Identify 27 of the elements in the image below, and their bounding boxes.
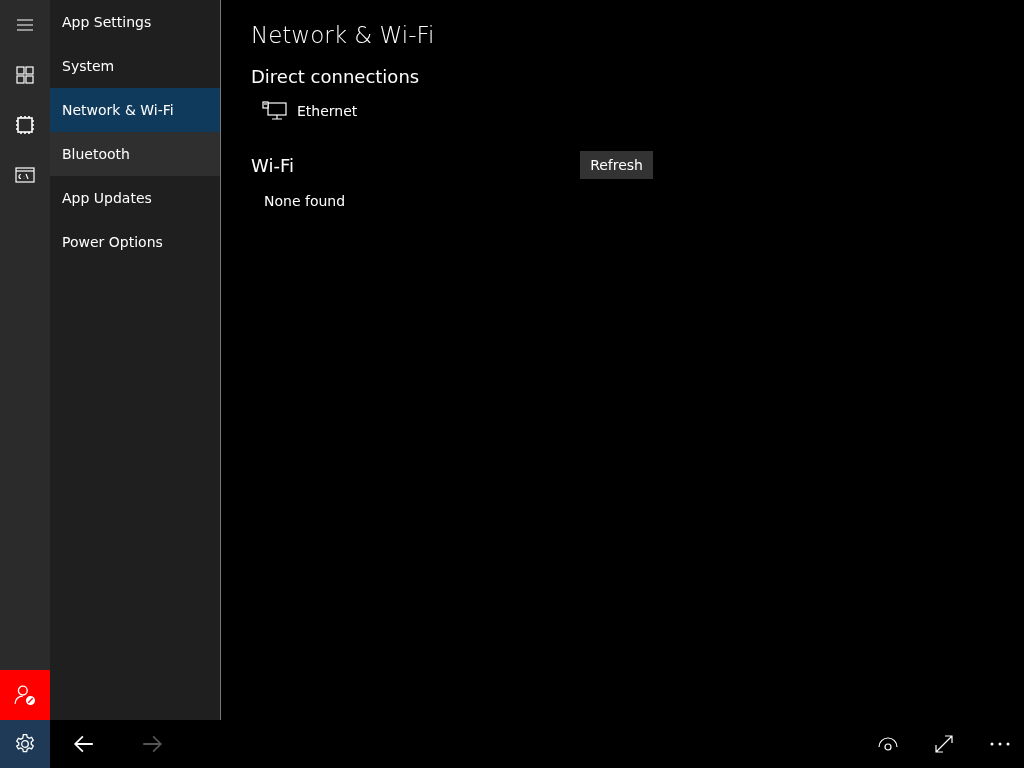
connection-name: Ethernet	[297, 103, 358, 119]
back-arrow-icon	[73, 733, 95, 755]
settings-button[interactable]	[0, 720, 50, 768]
monitor-icon	[262, 101, 287, 121]
eye-button[interactable]	[878, 734, 898, 754]
sidebar-item[interactable]: System	[50, 44, 220, 88]
grid-icon	[15, 65, 35, 85]
sidebar-item[interactable]: App Settings	[50, 0, 220, 44]
forward-arrow-icon	[141, 733, 163, 755]
command-prompt-icon	[15, 165, 35, 185]
page-title: Network & Wi-Fi	[251, 22, 436, 48]
resize-button[interactable]	[934, 734, 954, 754]
section-heading: Direct connections	[251, 66, 421, 87]
chip-icon	[15, 115, 35, 135]
resize-arrows-icon	[934, 734, 954, 754]
empty-message: None found	[263, 192, 347, 209]
more-button[interactable]	[990, 742, 1010, 746]
section-heading: Wi-Fi	[251, 154, 294, 176]
user-blocked-icon	[14, 684, 36, 706]
sidebar-item[interactable]: App Updates	[50, 176, 220, 220]
sidebar-item[interactable]: Network & Wi-Fi	[50, 88, 220, 132]
settings-icon	[14, 733, 36, 755]
more-icon	[990, 742, 1010, 746]
eye-icon	[878, 734, 898, 754]
sidebar-item[interactable]: Bluetooth	[50, 132, 220, 176]
sidebar-item[interactable]: Power Options	[50, 220, 220, 264]
refresh-button[interactable]: Refresh	[580, 151, 653, 179]
